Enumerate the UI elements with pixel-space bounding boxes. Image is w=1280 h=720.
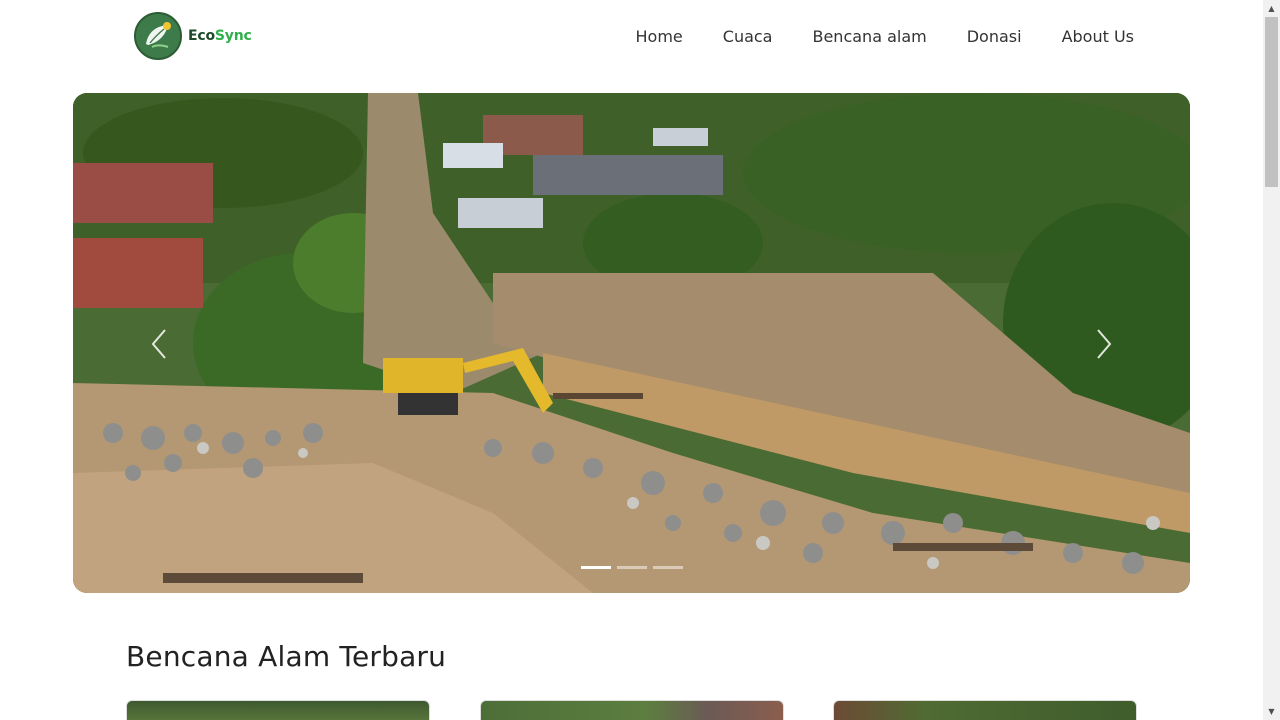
- carousel-indicators: [73, 566, 1190, 569]
- ecosync-logo-icon: [134, 12, 182, 60]
- disaster-card[interactable]: [833, 700, 1137, 720]
- nav-donasi[interactable]: Donasi: [927, 26, 1022, 48]
- flood-aerial-image: [73, 93, 1190, 593]
- carousel-next-button[interactable]: [1088, 326, 1118, 362]
- chevron-right-icon: [1097, 329, 1112, 359]
- chevron-left-icon: [151, 329, 166, 359]
- carousel-indicator-2[interactable]: [616, 566, 647, 569]
- disaster-cards: [126, 700, 1137, 720]
- disaster-card[interactable]: [126, 700, 430, 720]
- logo[interactable]: EcoSync: [134, 12, 252, 60]
- hero-carousel: [73, 93, 1190, 593]
- nav-bencana-alam[interactable]: Bencana alam: [772, 26, 926, 48]
- nav-about-us[interactable]: About Us: [1022, 26, 1134, 48]
- main-nav: Home Cuaca Bencana alam Donasi About Us: [636, 26, 1134, 48]
- carousel-indicator-3[interactable]: [652, 566, 683, 569]
- carousel-indicator-1[interactable]: [580, 566, 611, 569]
- scroll-down-arrow-icon[interactable]: ▼: [1263, 703, 1280, 720]
- nav-home[interactable]: Home: [636, 26, 683, 48]
- brand-name-part1: Eco: [188, 28, 215, 44]
- section-title: Bencana Alam Terbaru: [126, 640, 447, 673]
- nav-cuaca[interactable]: Cuaca: [683, 26, 773, 48]
- brand-name: EcoSync: [188, 28, 252, 44]
- page: EcoSync Home Cuaca Bencana alam Donasi A…: [0, 0, 1263, 720]
- page-scrollbar[interactable]: ▲ ▼: [1263, 0, 1280, 720]
- scrollbar-thumb[interactable]: [1265, 17, 1278, 187]
- carousel-prev-button[interactable]: [145, 326, 175, 362]
- disaster-card[interactable]: [480, 700, 784, 720]
- brand-name-part2: Sync: [214, 28, 252, 44]
- navbar: EcoSync Home Cuaca Bencana alam Donasi A…: [0, 0, 1263, 76]
- scroll-up-arrow-icon[interactable]: ▲: [1263, 0, 1280, 17]
